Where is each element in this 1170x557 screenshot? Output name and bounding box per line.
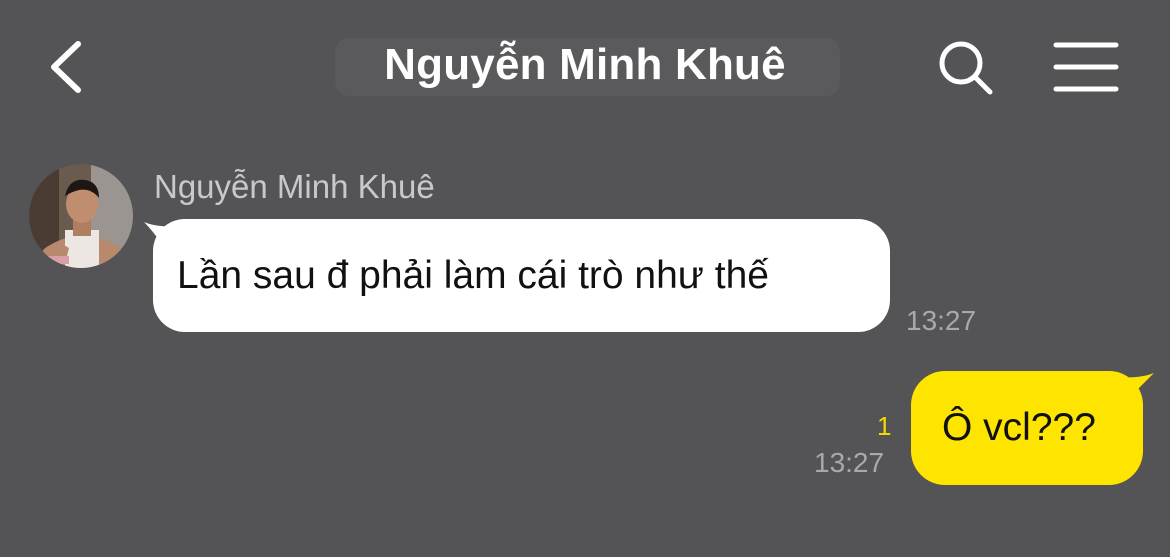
hamburger-menu-icon bbox=[1053, 42, 1119, 92]
chat-header: Nguyễn Minh Khuê bbox=[0, 0, 1170, 130]
message-timestamp: 13:27 bbox=[814, 447, 885, 478]
search-button[interactable] bbox=[934, 38, 998, 98]
avatar-photo bbox=[29, 164, 133, 268]
sender-name: Nguyễn Minh Khuê bbox=[154, 168, 435, 205]
menu-button[interactable] bbox=[1050, 40, 1122, 94]
search-icon bbox=[939, 41, 993, 95]
avatar[interactable] bbox=[29, 164, 133, 268]
outgoing-message-bubble[interactable]: Ô vcl??? bbox=[911, 371, 1143, 485]
message-timestamp: 13:27 bbox=[906, 305, 977, 336]
incoming-message-bubble[interactable]: Lần sau đ phải làm cái trò như thế bbox=[153, 219, 890, 332]
unread-count: 1 bbox=[877, 411, 892, 441]
